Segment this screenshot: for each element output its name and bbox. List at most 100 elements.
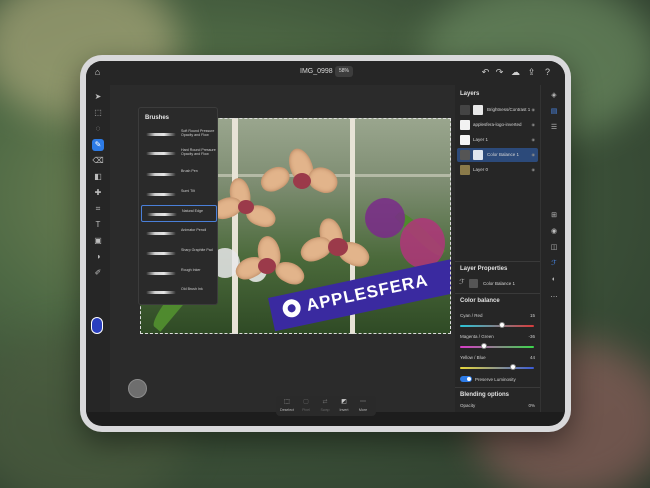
cyan-red-slider[interactable] [460, 325, 534, 327]
yellow-blue-slider[interactable] [460, 367, 534, 369]
clone-tool-icon[interactable]: ✚ [92, 187, 104, 199]
eye-icon[interactable]: ◉ [532, 137, 536, 142]
photoshop-screen: ⌂ IMG_0998 58% ↶ ↷ ☁ ⇪ ? ➤ ⬚ ◌ ✎ ⌫ ◧ ✚ ⌗… [86, 61, 565, 426]
deselect-icon: ⬚ [284, 399, 290, 405]
move-tool-icon[interactable]: ➤ [92, 91, 104, 103]
brush-label: Animator Pencil [181, 228, 207, 232]
more-button[interactable]: ⋯ More [354, 398, 372, 412]
selection-dock: ⬚ Deselect ▢ Pixel ⇄ Swap ◩ Invert ⋯ More [276, 396, 376, 416]
brush-item[interactable]: Hard Round Pressure Opacity and Flow [141, 145, 217, 162]
yellow-blue-slider-thumb[interactable] [510, 364, 517, 370]
brush-label: Natural Edge [182, 209, 203, 213]
fill-icon[interactable]: ◐ [549, 275, 559, 285]
zoom-level[interactable]: 58% [335, 66, 353, 77]
window-frame [232, 118, 238, 334]
brush-stroke-preview [146, 173, 176, 176]
dock-label: Invert [339, 408, 349, 412]
color-balance-title: Color balance [460, 298, 500, 304]
eyedropper-tool-icon[interactable]: ✐ [92, 267, 104, 279]
fx-icon: ℱ [459, 279, 465, 286]
layers-panel: Layers Brightness/Contrast 1 ◉ applesfer… [455, 85, 540, 412]
tools-toolbar: ➤ ⬚ ◌ ✎ ⌫ ◧ ✚ ⌗ T ▣ ◑ ✐ [86, 85, 110, 412]
brushes-popup: Brushes Soft Round Pressure Opacity and … [138, 107, 218, 305]
undo-icon[interactable]: ↶ [480, 67, 491, 78]
panel-divider [455, 261, 540, 262]
foreground-color-swatch[interactable] [91, 317, 103, 334]
crop-tool-icon[interactable]: ⌗ [92, 203, 104, 215]
brush-item[interactable]: Soft Round Pressure Opacity and Flow [141, 126, 217, 143]
brush-item-selected[interactable]: Natural Edge [141, 205, 217, 222]
layer-row[interactable]: Brightness/Contrast 1 ◉ [457, 103, 538, 117]
eye-icon[interactable]: ◉ [532, 152, 536, 157]
brush-item[interactable]: Sharp Graphite Pad [141, 245, 217, 262]
invert-button[interactable]: ◩ Invert [335, 398, 353, 412]
fx-panel-icon[interactable]: ℱ [549, 259, 559, 269]
yellow-blue-value: 44 [529, 355, 535, 360]
swap-button[interactable]: ⇄ Swap [316, 398, 334, 412]
select-tool-icon[interactable]: ⬚ [92, 107, 104, 119]
brush-item[interactable]: Old Brush Ink [141, 284, 217, 301]
cloud-icon[interactable]: ☁ [510, 67, 521, 78]
brush-item[interactable]: Brush Pen [141, 166, 217, 183]
add-layer-icon[interactable]: ⊞ [549, 211, 559, 221]
type-tool-icon[interactable]: T [92, 219, 104, 231]
orchid-lip [293, 173, 311, 189]
share-icon[interactable]: ⇪ [526, 67, 537, 78]
properties-layer-name: Color Balance 1 [483, 281, 516, 286]
brush-stroke-preview [146, 193, 176, 196]
blending-options-title: Blending options [460, 392, 509, 398]
right-icon-strip: ◈ ▤ ☰ ⊞ ◉ ◫ ℱ ◐ ⋯ [540, 85, 565, 412]
magenta-green-slider[interactable] [460, 346, 534, 348]
swap-icon: ⇄ [322, 399, 328, 405]
magenta-green-slider-thumb[interactable] [480, 343, 487, 349]
fill-tool-icon[interactable]: ◧ [92, 171, 104, 183]
layer-row[interactable]: Layer 1 ◉ [457, 133, 538, 147]
magenta-green-label: Magenta / Green [460, 334, 494, 339]
brush-label: Soft Round Pressure Opacity and Flow [181, 129, 215, 138]
brush-stroke-preview [147, 213, 177, 216]
place-image-icon[interactable]: ▣ [92, 235, 104, 247]
layer-row-selected[interactable]: Color Balance 1 ◉ [457, 148, 538, 162]
top-bar: ⌂ IMG_0998 58% ↶ ↷ ☁ ⇪ ? [86, 61, 565, 85]
cyan-red-slider-thumb[interactable] [499, 322, 506, 328]
brush-tool-icon[interactable]: ✎ [92, 139, 104, 151]
brush-item[interactable]: Rough Inker [141, 265, 217, 282]
eraser-tool-icon[interactable]: ⌫ [92, 155, 104, 167]
layer-properties-icon[interactable]: ▤ [549, 107, 559, 117]
layer-thumb [460, 120, 470, 130]
eye-icon[interactable]: ◉ [532, 107, 536, 112]
brush-stroke-preview [146, 133, 176, 136]
layer-mask-thumb [473, 105, 483, 115]
layer-name: Color Balance 1 [487, 152, 520, 157]
layer-row[interactable]: Layer 0 ◉ [457, 163, 538, 177]
adjustments-icon[interactable]: ☰ [549, 123, 559, 133]
redo-icon[interactable]: ↷ [494, 67, 505, 78]
more-options-icon[interactable]: ⋯ [549, 293, 559, 303]
pixel-icon: ▢ [303, 399, 309, 405]
mask-icon[interactable]: ◫ [549, 243, 559, 253]
help-icon[interactable]: ? [542, 67, 553, 78]
purple-flowers [400, 218, 445, 268]
touch-shortcut-button[interactable] [128, 379, 147, 398]
layer-name: applesfera-logo-inverted [473, 122, 522, 127]
adjust-tool-icon[interactable]: ◑ [92, 251, 104, 263]
brush-stroke-preview [146, 232, 176, 235]
dock-label: Deselect [280, 408, 294, 412]
canvas-area[interactable]: APPLESFERA Brushes Soft Round Pressure O… [110, 85, 455, 412]
preserve-luminosity-toggle[interactable] [460, 376, 472, 382]
brush-label: Hard Round Pressure Opacity and Flow [181, 148, 216, 157]
brush-item[interactable]: Animator Pencil [141, 225, 217, 242]
deselect-button[interactable]: ⬚ Deselect [278, 398, 296, 412]
layers-icon[interactable]: ◈ [549, 91, 559, 101]
dock-label: Swap [320, 408, 330, 412]
lasso-tool-icon[interactable]: ◌ [92, 123, 104, 135]
layer-row[interactable]: applesfera-logo-inverted ◉ [457, 118, 538, 132]
eye-icon[interactable]: ◉ [532, 167, 536, 172]
eye-icon[interactable]: ◉ [532, 122, 536, 127]
visibility-icon[interactable]: ◉ [549, 227, 559, 237]
applesfera-logo-icon [280, 297, 303, 319]
preserve-luminosity-label: Preserve Luminosity [475, 377, 516, 382]
brush-item[interactable]: Sumi Tilt [141, 186, 217, 203]
pixel-button[interactable]: ▢ Pixel [297, 398, 315, 412]
home-icon[interactable]: ⌂ [92, 67, 103, 78]
